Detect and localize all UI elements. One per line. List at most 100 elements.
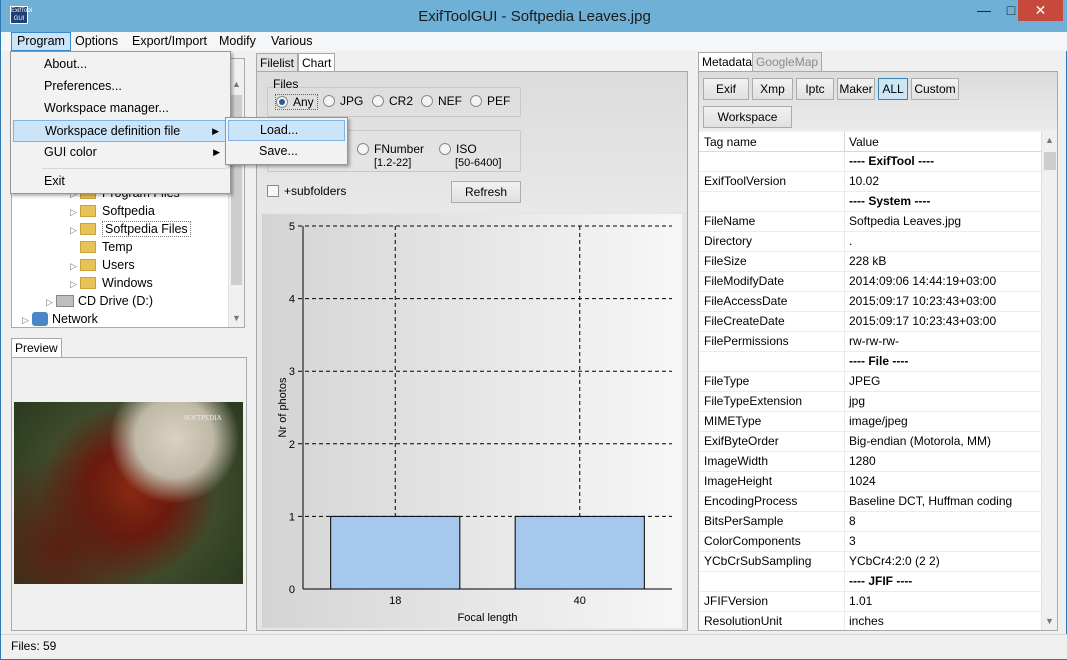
menu-item-exit[interactable]: Exit	[13, 171, 228, 193]
menu-modify[interactable]: Modify	[214, 32, 261, 51]
grid-row[interactable]: ExifByteOrder Big-endian (Motorola, MM)	[699, 432, 1041, 452]
expand-arrow-icon[interactable]: ▷	[70, 258, 80, 275]
tree-node-windows[interactable]: ▷ Windows	[70, 275, 153, 293]
grid-row[interactable]: FileName Softpedia Leaves.jpg	[699, 212, 1041, 232]
tab-filelist[interactable]: Filelist	[256, 53, 299, 73]
radio-label: JPG	[340, 94, 364, 108]
radio-cr2[interactable]: CR2	[372, 94, 413, 108]
grid-section-header[interactable]: ---- File ----	[699, 352, 1041, 372]
grid-scrollbar[interactable]: ▲ ▼	[1041, 132, 1057, 630]
menu-options[interactable]: Options	[70, 32, 123, 51]
value-cell: ---- System ----	[849, 194, 931, 208]
expand-arrow-icon[interactable]: ▷	[70, 276, 80, 293]
tree-node-network[interactable]: ▷ Network	[22, 311, 98, 327]
grid-row[interactable]: FileSize 228 kB	[699, 252, 1041, 272]
scroll-up-icon[interactable]: ▲	[1045, 135, 1054, 145]
menu-program[interactable]: Program	[11, 32, 71, 51]
menu-item-save[interactable]: Save...	[228, 142, 345, 163]
grid-section-header[interactable]: ---- ExifTool ----	[699, 152, 1041, 172]
tree-node-cd-drive[interactable]: ▷ CD Drive (D:)	[46, 293, 153, 311]
grid-row[interactable]: ExifToolVersion 10.02	[699, 172, 1041, 192]
grid-row[interactable]: MIMEType image/jpeg	[699, 412, 1041, 432]
radio-fnumber[interactable]: FNumber	[357, 142, 424, 156]
tree-node-temp[interactable]: Temp	[70, 239, 133, 257]
grid-row[interactable]: BitsPerSample 8	[699, 512, 1041, 532]
grid-row[interactable]: Directory.	[699, 232, 1041, 252]
radio-button-icon	[421, 95, 433, 107]
grid-row[interactable]: FileAccessDate 2015:09:17 10:23:43+03:00	[699, 292, 1041, 312]
scrollbar-thumb[interactable]	[1044, 152, 1056, 170]
column-header-tag[interactable]: Tag name	[704, 135, 757, 149]
radio-label: NEF	[438, 94, 462, 108]
grid-row[interactable]: ResolutionUnit inches	[699, 612, 1041, 630]
tree-node-users[interactable]: ▷ Users	[70, 257, 135, 275]
grid-row[interactable]: EncodingProcess Baseline DCT, Huffman cod…	[699, 492, 1041, 512]
grid-header: Tag name Value	[699, 132, 1041, 152]
x-tick-label: 40	[574, 595, 586, 607]
value-cell: 1280	[849, 454, 876, 468]
menu-export-import[interactable]: Export/Import	[127, 32, 212, 51]
app-window: ExifTool GUI ExifToolGUI - Softpedia Lea…	[0, 0, 1067, 660]
grid-row[interactable]: ColorComponents 3	[699, 532, 1041, 552]
grid-row[interactable]: FilePermissions rw-rw-rw-	[699, 332, 1041, 352]
grid-row[interactable]: FileType JPEG	[699, 372, 1041, 392]
grid-row[interactable]: FileTypeExtension jpg	[699, 392, 1041, 412]
grid-row[interactable]: FileCreateDate 2015:09:17 10:23:43+03:00	[699, 312, 1041, 332]
xmp-button[interactable]: Xmp	[752, 78, 793, 100]
radio-button-icon	[323, 95, 335, 107]
menu-item-preferences[interactable]: Preferences...	[13, 76, 228, 98]
tree-node-softpedia[interactable]: ▷ Softpedia	[70, 203, 155, 221]
subfolders-checkbox[interactable]: +subfolders	[267, 184, 346, 198]
y-tick-label: 4	[289, 294, 295, 306]
refresh-button[interactable]: Refresh	[451, 181, 521, 203]
metadata-grid[interactable]: Tag name Value ---- ExifTool ---- ExifToo…	[699, 132, 1057, 630]
menu-item-load[interactable]: Load...	[228, 120, 345, 141]
scroll-down-icon[interactable]: ▼	[232, 313, 241, 323]
radio-nef[interactable]: NEF	[421, 94, 462, 108]
exif-button[interactable]: Exif	[703, 78, 749, 100]
radio-jpg[interactable]: JPG	[323, 94, 363, 108]
tag-name-cell: Directory	[704, 234, 753, 248]
tag-name-cell: YCbCrSubSampling	[704, 554, 812, 568]
grid-row[interactable]: ImageWidth 1280	[699, 452, 1041, 472]
expand-arrow-icon[interactable]: ▷	[70, 222, 80, 239]
tree-node-label: CD Drive (D:)	[78, 294, 153, 308]
menu-item-workspace-definition-file[interactable]: Workspace definition file ▶	[13, 120, 228, 142]
radio-pef[interactable]: PEF	[470, 94, 510, 108]
all-button[interactable]: ALL	[878, 78, 908, 100]
expand-arrow-icon[interactable]: ▷	[70, 204, 80, 221]
y-tick-label: 2	[289, 439, 295, 451]
column-header-value[interactable]: Value	[849, 135, 879, 149]
scroll-down-icon[interactable]: ▼	[1045, 616, 1054, 626]
iptc-button[interactable]: Iptc	[796, 78, 834, 100]
menu-item-gui-color[interactable]: GUI color ▶	[13, 142, 228, 164]
menu-item-workspace-manager[interactable]: Workspace manager...	[13, 98, 228, 120]
grid-section-header[interactable]: ---- JFIF ----	[699, 572, 1041, 592]
tree-node-softpedia-files[interactable]: ▷ Softpedia Files	[70, 221, 191, 239]
grid-row[interactable]: YCbCrSubSampling YCbCr4:2:0 (2 2)	[699, 552, 1041, 572]
tab-preview[interactable]: Preview	[11, 338, 62, 359]
minimize-button[interactable]: —	[971, 0, 997, 21]
grid-row[interactable]: FileModifyDate 2014:09:06 14:44:19+03:00	[699, 272, 1041, 292]
menu-various[interactable]: Various	[266, 32, 317, 51]
tab-metadata[interactable]: Metadata	[698, 52, 757, 73]
grid-section-header[interactable]: ---- System ----	[699, 192, 1041, 212]
value-cell: inches	[849, 614, 884, 628]
tag-name-cell: ColorComponents	[704, 534, 801, 548]
expand-arrow-icon[interactable]: ▷	[46, 294, 56, 311]
tab-googlemap[interactable]: GoogleMap	[752, 52, 823, 72]
scroll-up-icon[interactable]: ▲	[232, 79, 241, 89]
menu-item-about[interactable]: About...	[13, 54, 228, 76]
tag-name-cell: FilePermissions	[704, 334, 789, 348]
expand-arrow-icon[interactable]: ▷	[22, 312, 32, 327]
grid-row[interactable]: JFIFVersion 1.01	[699, 592, 1041, 612]
grid-row[interactable]: ImageHeight 1024	[699, 472, 1041, 492]
custom-button[interactable]: Custom	[911, 78, 959, 100]
workspace-button[interactable]: Workspace	[703, 106, 792, 128]
value-cell: 10.02	[849, 174, 880, 188]
radio-iso[interactable]: ISO	[439, 142, 477, 156]
radio-label: CR2	[389, 94, 414, 108]
radio-any[interactable]: Any	[275, 94, 318, 110]
close-button[interactable]: ✕	[1018, 0, 1063, 21]
maker-button[interactable]: Maker	[837, 78, 875, 100]
